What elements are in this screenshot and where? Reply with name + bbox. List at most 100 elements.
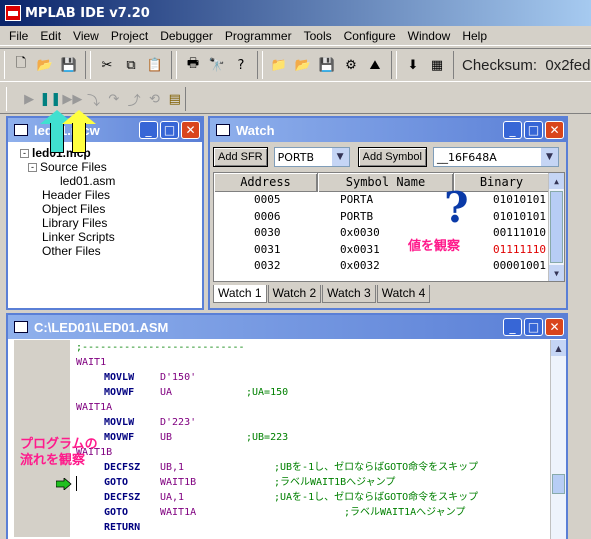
tree-toggle-icon[interactable]: -	[28, 163, 37, 173]
table-row[interactable]: 0006 PORTB 01010101	[214, 209, 564, 226]
print-toolbar-group: 🖶 🔭 ?	[176, 51, 258, 79]
tree-item[interactable]: - Source Files	[28, 160, 107, 174]
save-icon[interactable]: 💾	[59, 55, 79, 75]
symbol-cell: 0x0032	[340, 259, 380, 272]
help-icon[interactable]: ?	[231, 55, 251, 75]
menu-debugger[interactable]: Debugger	[154, 29, 219, 43]
tree-item-label: Header Files	[42, 188, 111, 202]
menu-view[interactable]: View	[67, 29, 105, 43]
table-row[interactable]: 0030 0x0030 00111010	[214, 225, 564, 242]
new-file-icon[interactable]: 🗋	[11, 55, 31, 75]
menu-programmer[interactable]: Programmer	[219, 29, 298, 43]
column-header[interactable]: Symbol Name	[318, 173, 454, 192]
symbol-select[interactable]: __16F648A ▼	[432, 147, 559, 167]
editor-scrollbar[interactable]: ▲	[550, 340, 566, 539]
step-out-icon[interactable]: ⤴	[126, 89, 142, 109]
cut-icon[interactable]: ✂	[97, 55, 117, 75]
code-instruction: MOVWF	[104, 432, 135, 443]
binary-cell: 00001001	[493, 259, 546, 272]
new-project-icon[interactable]: 📁	[269, 55, 289, 75]
code-instruction: DECFSZ	[104, 492, 141, 503]
tree-item-label: Linker Scripts	[42, 230, 115, 244]
tab-watch-3[interactable]: Watch 3	[322, 285, 376, 303]
menu-configure[interactable]: Configure	[338, 29, 402, 43]
program-icon[interactable]: ⬇	[403, 55, 423, 75]
watch-scrollbar[interactable]: ▲ ▼	[548, 173, 564, 281]
code-operand: WAIT1B	[160, 477, 197, 488]
add-sfr-button[interactable]: Add SFR	[213, 147, 268, 167]
minimize-button[interactable]: _	[139, 121, 158, 139]
maximize-button[interactable]: □	[524, 318, 543, 336]
tree-item[interactable]: Header Files	[42, 188, 110, 202]
code-label: WAIT1	[76, 357, 107, 368]
tree-toggle-icon[interactable]: -	[20, 149, 29, 159]
tree-item-label: led01.asm	[60, 174, 116, 188]
add-symbol-button[interactable]: Add Symbol	[357, 147, 427, 167]
paste-icon[interactable]: 📋	[145, 55, 165, 75]
reset-icon[interactable]: ⟲	[146, 89, 162, 109]
tree-item[interactable]: Library Files	[42, 216, 107, 230]
tree-item[interactable]: led01.asm	[60, 174, 115, 188]
menu-edit[interactable]: Edit	[34, 29, 67, 43]
tree-item[interactable]: Linker Scripts	[42, 230, 115, 244]
editor-window-titlebar[interactable]: C:\LED01\LED01.ASM	[8, 315, 566, 339]
watch-tabs: Watch 1 Watch 2 Watch 3 Watch 4	[213, 285, 431, 303]
code-instruction: MOVWF	[104, 387, 135, 398]
open-project-icon[interactable]: 📂	[293, 55, 313, 75]
close-button[interactable]: ✕	[545, 121, 564, 139]
window-icon	[14, 124, 28, 136]
code-instruction: GOTO	[104, 477, 129, 488]
print-icon[interactable]: 🖶	[183, 55, 203, 75]
maximize-button[interactable]: □	[524, 121, 543, 139]
menu-file[interactable]: File	[0, 29, 34, 43]
column-header[interactable]: Address	[214, 173, 318, 192]
breakpoint-icon[interactable]: ▤	[167, 89, 183, 109]
tab-watch-4[interactable]: Watch 4	[376, 285, 431, 303]
menu-help[interactable]: Help	[456, 29, 493, 43]
menu-tools[interactable]: Tools	[298, 29, 338, 43]
tree-item-label: Source Files	[40, 160, 107, 174]
watch-window-title: Watch	[236, 122, 275, 138]
scroll-thumb[interactable]	[550, 191, 563, 263]
tab-watch-1[interactable]: Watch 1	[213, 285, 267, 303]
tree-item[interactable]: Other Files	[42, 244, 101, 258]
table-row[interactable]: 0031 0x0031 01111110	[214, 242, 564, 259]
sfr-select[interactable]: PORTB ▼	[273, 147, 350, 167]
table-row[interactable]: 0032 0x0032 00001001	[214, 258, 564, 275]
open-file-icon[interactable]: 📂	[35, 55, 55, 75]
make-icon[interactable]: ⛰	[365, 55, 385, 75]
symbol-cell: PORTA	[340, 193, 374, 206]
code-operand: UB	[160, 432, 173, 443]
minimize-button[interactable]: _	[503, 121, 522, 139]
scroll-up-icon[interactable]: ▲	[551, 340, 566, 356]
save-project-icon[interactable]: 💾	[317, 55, 337, 75]
animate-icon[interactable]: ▶▶	[62, 89, 82, 109]
tab-watch-2[interactable]: Watch 2	[267, 285, 322, 303]
step-into-icon[interactable]: ⤵	[85, 89, 101, 109]
code-operand: D'223'	[160, 417, 197, 428]
copy-icon[interactable]: ⧉	[121, 55, 141, 75]
halt-icon[interactable]: ❚❚	[39, 89, 61, 109]
tree-item-label: Other Files	[42, 244, 101, 258]
build-icon[interactable]: ⚙	[341, 55, 361, 75]
scroll-thumb[interactable]	[552, 474, 565, 494]
code-instruction: DECFSZ	[104, 462, 141, 473]
code-instruction: RETURN	[104, 522, 141, 533]
find-icon[interactable]: 🔭	[207, 55, 227, 75]
menu-window[interactable]: Window	[402, 29, 457, 43]
settings-icon[interactable]: ▦	[427, 55, 447, 75]
maximize-button[interactable]: □	[160, 121, 179, 139]
close-button[interactable]: ✕	[545, 318, 564, 336]
close-button[interactable]: ✕	[181, 121, 200, 139]
menu-project[interactable]: Project	[105, 29, 154, 43]
tree-item-label: Object Files	[42, 202, 106, 216]
run-icon[interactable]: ▶	[21, 89, 37, 109]
minimize-button[interactable]: _	[503, 318, 522, 336]
code-label: ;---------------------------	[76, 342, 245, 353]
step-over-icon[interactable]: ↷	[106, 89, 122, 109]
scroll-down-icon[interactable]: ▼	[549, 265, 564, 281]
watch-table: Address Symbol Name Binary 0005 PORTA 010101…	[213, 172, 565, 282]
tree-item[interactable]: Object Files	[42, 202, 105, 216]
scroll-up-icon[interactable]: ▲	[549, 173, 564, 189]
table-row[interactable]: 0005 PORTA 01010101	[214, 192, 564, 209]
